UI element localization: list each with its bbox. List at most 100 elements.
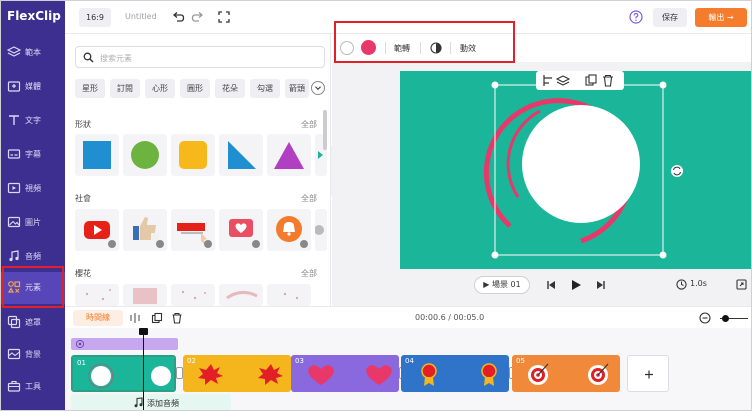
opacity-icon[interactable] — [430, 42, 442, 54]
scene-clip-05[interactable]: 05 — [512, 355, 620, 392]
element-subscribe-icon[interactable] — [171, 209, 215, 251]
sidebar-item-backgrounds[interactable]: 背景 — [1, 339, 65, 371]
see-all-sakura-link[interactable]: 全部 — [301, 268, 317, 279]
category-chip[interactable]: 花朵 — [215, 79, 245, 98]
video-canvas[interactable] — [400, 71, 751, 269]
sidebar-item-elements[interactable]: 元素 — [1, 272, 65, 304]
previous-icon[interactable] — [546, 280, 556, 290]
clip-number: 05 — [516, 357, 525, 365]
scene-clip-04[interactable]: 04 — [401, 355, 509, 392]
app-window: FlexClip 範本 媒體 文字 字幕 視頻 圖片 音頻 元素 遮罩 背景 工… — [0, 0, 752, 411]
next-icon[interactable] — [596, 280, 606, 290]
sidebar-item-label: 背景 — [25, 350, 41, 359]
white-circle-element[interactable] — [522, 105, 640, 223]
clock-icon — [676, 279, 687, 290]
see-all-social-link[interactable]: 全部 — [301, 193, 317, 204]
outline-color-swatch[interactable] — [340, 41, 354, 55]
trash-icon[interactable] — [171, 312, 183, 324]
resize-handle[interactable] — [659, 81, 667, 89]
sidebar-item-media[interactable]: 媒體 — [1, 71, 65, 103]
redo-icon[interactable] — [191, 10, 205, 24]
category-chip[interactable]: 圓形 — [180, 79, 210, 98]
save-button[interactable]: 保存 — [653, 8, 687, 27]
zoom-slider-knob[interactable] — [722, 315, 729, 322]
section-title-shapes: 形狀 — [75, 120, 91, 129]
resize-handle[interactable] — [659, 251, 667, 259]
transition-button[interactable] — [176, 367, 183, 379]
element-rounded-square[interactable] — [171, 134, 215, 176]
category-chip[interactable]: 訂閱 — [110, 79, 140, 98]
add-scene-button[interactable] — [627, 355, 669, 392]
category-chip[interactable]: 心形 — [145, 79, 175, 98]
element-sakura-3[interactable] — [171, 284, 215, 306]
sidebar-item-overlays[interactable]: 遮罩 — [1, 307, 65, 339]
add-audio-button[interactable]: 添加音頻 — [71, 394, 231, 410]
sidebar-item-images[interactable]: 圖片 — [1, 207, 65, 239]
category-chip[interactable]: 箭頭 — [285, 79, 309, 98]
search-placeholder: 搜索元素 — [100, 54, 132, 63]
search-icon — [83, 52, 94, 63]
sidebar-item-label: 遮罩 — [25, 318, 41, 327]
category-chip[interactable]: 星形 — [75, 79, 105, 98]
overlay-icon — [7, 315, 21, 329]
undo-icon[interactable] — [171, 10, 185, 24]
sidebar-item-templates[interactable]: 範本 — [1, 37, 65, 69]
aspect-ratio-button[interactable]: 16:9 — [79, 8, 111, 27]
project-name[interactable]: Untitled — [125, 12, 157, 21]
link-icon — [75, 339, 85, 349]
scene-clip-02[interactable]: 02 — [183, 355, 291, 392]
element-bell-icon[interactable] — [267, 209, 311, 251]
sidebar-item-subtitles[interactable]: 字幕 — [1, 139, 65, 171]
sidebar-item-audio[interactable]: 音頻 — [1, 241, 65, 273]
scene-clip-01[interactable]: 01 — [71, 355, 176, 392]
playhead[interactable] — [143, 328, 144, 410]
element-sakura-1[interactable] — [75, 284, 119, 306]
resize-handle[interactable] — [491, 251, 499, 259]
fullscreen-icon[interactable] — [217, 10, 231, 24]
element-right-triangle[interactable] — [219, 134, 263, 176]
sidebar-item-text[interactable]: 文字 — [1, 105, 65, 137]
chevron-down-icon[interactable] — [311, 81, 325, 95]
video-icon — [7, 182, 21, 194]
element-triangle[interactable] — [267, 134, 311, 176]
split-icon[interactable] — [129, 312, 141, 324]
panel-scrollbar[interactable] — [323, 110, 327, 150]
clip-number: 03 — [295, 357, 304, 365]
element-square[interactable] — [75, 134, 119, 176]
element-partial[interactable] — [315, 209, 327, 251]
sidebar-item-tools[interactable]: 工具 — [1, 371, 65, 403]
element-like-icon[interactable] — [123, 209, 167, 251]
element-circle[interactable] — [123, 134, 167, 176]
see-all-shapes-link[interactable]: 全部 — [301, 119, 317, 130]
sidebar-item-label: 圖片 — [25, 218, 41, 227]
timeline-button[interactable]: 時間線 — [73, 310, 123, 326]
category-chip[interactable]: 勾選 — [250, 79, 280, 98]
export-button[interactable]: 輸出 → — [695, 8, 747, 27]
search-input[interactable]: 搜索元素 — [75, 46, 325, 68]
zoom-out-icon[interactable] — [699, 312, 711, 324]
element-sakura-2[interactable] — [123, 284, 167, 306]
timeline-toolbar: 時間線 00:00.6 / 00:05.0 — [65, 306, 751, 328]
music-icon — [9, 250, 19, 262]
resize-handle[interactable] — [491, 81, 499, 89]
flexclip-logo[interactable]: FlexClip — [7, 9, 63, 29]
fill-color-swatch[interactable] — [361, 40, 376, 55]
element-heart-notification-icon[interactable] — [219, 209, 263, 251]
timecode: 00:00.6 / 00:05.0 — [415, 313, 485, 322]
divider — [450, 42, 451, 54]
scene-duration[interactable]: 1.0s — [690, 279, 707, 288]
duplicate-icon[interactable] — [151, 312, 163, 324]
element-youtube-icon[interactable] — [75, 209, 119, 251]
element-sakura-4[interactable] — [219, 284, 263, 306]
play-icon[interactable] — [570, 279, 582, 291]
sidebar-item-video[interactable]: 視頻 — [1, 173, 65, 205]
element-sakura-5[interactable] — [267, 284, 311, 306]
animation-button[interactable]: 動效 — [460, 43, 476, 54]
overlay-track[interactable] — [71, 338, 178, 350]
subtitles-icon — [7, 149, 21, 159]
scene-clip-03[interactable]: 03 — [291, 355, 399, 392]
range-button[interactable]: 範轉 — [394, 43, 410, 54]
play-scene-button[interactable]: ▶ 場景 01 — [474, 276, 530, 294]
help-icon[interactable] — [629, 10, 643, 24]
expand-icon[interactable] — [736, 279, 747, 290]
